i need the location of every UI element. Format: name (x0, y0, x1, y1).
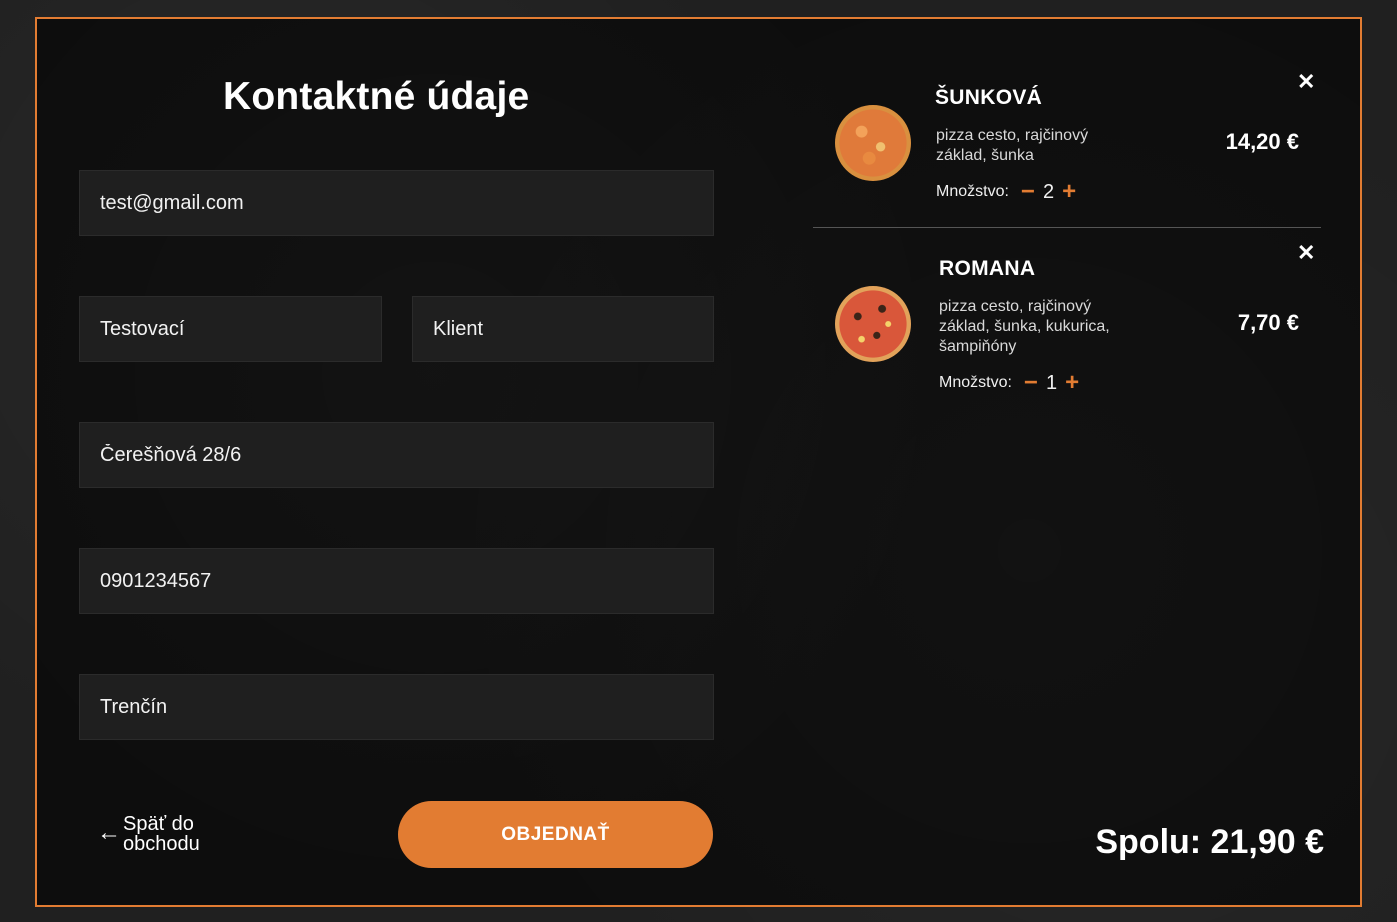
arrow-left-icon: ← (97, 819, 121, 846)
item-description: pizza cesto, rajčinový základ, šunka, ku… (939, 298, 1110, 355)
quantity-control: Množstvo: − 2 + (936, 178, 1076, 206)
item-name: ŠUNKOVÁ (935, 86, 1043, 109)
quantity-label: Množstvo: (936, 183, 1009, 200)
email-field[interactable] (79, 170, 714, 236)
quantity-label: Množstvo: (939, 374, 1012, 391)
page-title: Kontaktné údaje (223, 75, 530, 118)
close-icon[interactable]: ✕ (1297, 240, 1315, 266)
back-to-shop-link[interactable]: ← Späť do obchodu (97, 814, 219, 854)
item-price: 14,20 € (1225, 129, 1299, 154)
cart-item: ROMANA pizza cesto, rajčinový základ, šu… (813, 228, 1321, 428)
order-button[interactable]: OBJEDNAŤ (398, 801, 713, 868)
quantity-value: 1 (1045, 371, 1058, 394)
back-to-shop-label: Späť do obchodu (123, 813, 200, 855)
item-description: pizza cesto, rajčinový základ, šunka (936, 127, 1089, 164)
close-icon[interactable]: ✕ (1297, 69, 1315, 95)
cart-item: ŠUNKOVÁ pizza cesto, rajčinový základ, š… (813, 19, 1321, 227)
quantity-control: Množstvo: − 1 + (939, 369, 1079, 397)
pizza-image (835, 105, 911, 181)
cart-total: Spolu: 21,90 € (1095, 823, 1324, 861)
checkout-panel: Kontaktné údaje ← Späť do obchodu OBJEDN… (35, 17, 1362, 907)
item-price: 7,70 € (1237, 310, 1299, 335)
minus-icon[interactable]: − (1021, 178, 1035, 206)
pizza-image (835, 286, 911, 362)
first-name-field[interactable] (79, 296, 382, 362)
last-name-field[interactable] (412, 296, 714, 362)
plus-icon[interactable]: + (1062, 178, 1076, 206)
street-field[interactable] (79, 422, 714, 488)
city-field[interactable] (79, 674, 714, 740)
minus-icon[interactable]: − (1024, 369, 1038, 397)
phone-field[interactable] (79, 548, 714, 614)
plus-icon[interactable]: + (1065, 369, 1079, 397)
item-name: ROMANA (939, 257, 1036, 280)
quantity-value: 2 (1042, 180, 1055, 203)
